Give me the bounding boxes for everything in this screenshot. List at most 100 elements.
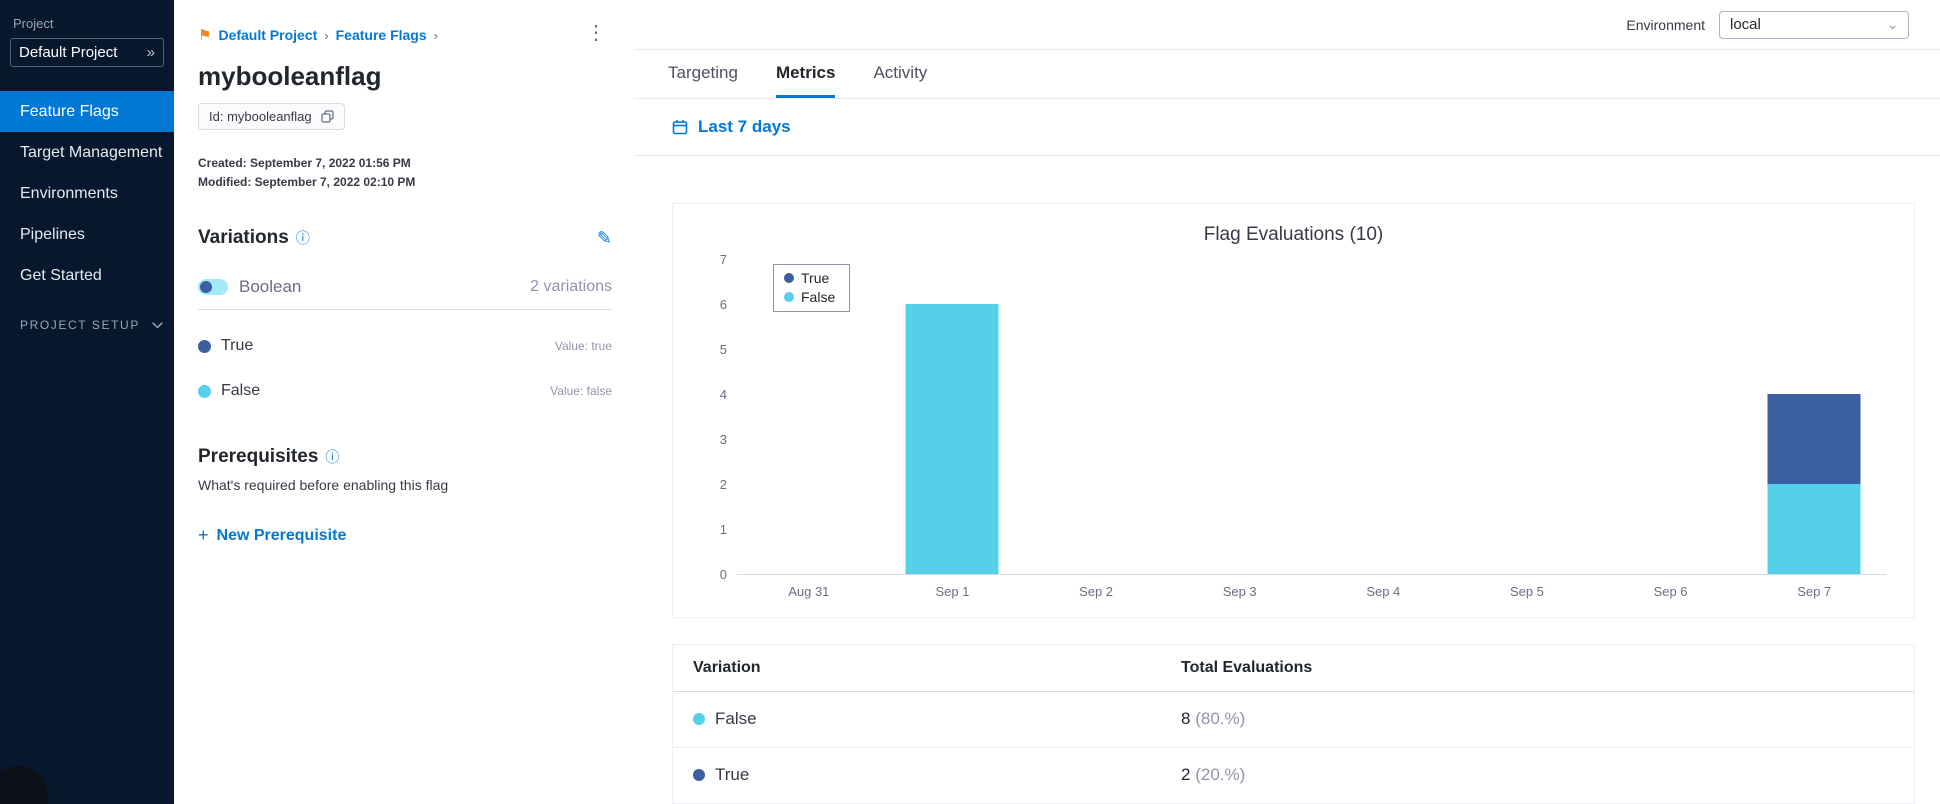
environment-value: local [1730, 16, 1761, 34]
false-variation-dot [198, 384, 211, 398]
x-axis: Aug 31 Sep 1 Sep 2 Sep 3 Sep 4 Sep 5 Sep 6 Sep … [737, 575, 1886, 611]
new-prerequisite-button[interactable]: + New Prerequisite [198, 525, 346, 546]
tab-activity[interactable]: Activity [873, 50, 927, 98]
sidebar-item-target-management[interactable]: Target Management [0, 132, 174, 173]
y-axis-tick-label: 3 [719, 431, 727, 447]
modified-date: Modified: September 7, 2022 02:10 PM [198, 175, 416, 189]
tab-metrics[interactable]: Metrics [775, 50, 836, 98]
bar-false-sep-1[interactable] [905, 303, 999, 574]
variations-heading-text: Variations [198, 227, 289, 248]
flag-title: mybooleanflag [198, 61, 382, 91]
y-axis-tick-label: 4 [719, 386, 727, 402]
chevron-down-icon [152, 321, 163, 329]
sidebar-nav: Feature Flags Target Management Environm… [0, 91, 174, 296]
true-variation-dot [198, 339, 211, 353]
edit-pencil-icon[interactable]: ✎ [597, 228, 612, 249]
date-range-filter[interactable]: Last 7 days [634, 99, 1940, 156]
feature-flag-icon: ⚑ [198, 27, 212, 44]
flag-evaluations-chart: Flag Evaluations (10) 0 1 2 3 4 5 6 7 True False… [672, 202, 1915, 618]
calendar-icon [672, 119, 688, 135]
x-axis-tick-label: Sep 1 [935, 583, 970, 599]
breadcrumb: ⚑ Default Project › Feature Flags › [198, 26, 438, 44]
x-axis-tick-label: Sep 7 [1797, 583, 1832, 599]
tab-bar: Targeting Metrics Activity [634, 50, 1940, 99]
plus-icon: + [198, 525, 209, 545]
y-axis-tick-label: 7 [719, 251, 727, 267]
table-row: False 8 (80.%) [673, 692, 1914, 748]
info-icon[interactable]: ⓘ [325, 447, 339, 467]
flag-meta: Created: September 7, 2022 01:56 PM Modi… [198, 154, 612, 192]
environment-select[interactable]: local ⌄ [1719, 10, 1909, 39]
variation-type-label: Boolean [239, 277, 302, 296]
legend-item-true[interactable]: True [784, 270, 835, 286]
chevron-down-icon: ⌄ [1887, 16, 1898, 32]
variation-row-true: True Value: true [198, 337, 612, 355]
legend-dot [784, 291, 794, 302]
project-name: Default Project [19, 44, 118, 61]
variations-heading: Variations ⓘ [198, 227, 310, 249]
help-beacon[interactable] [0, 766, 48, 804]
prerequisites-heading-text: Prerequisites [198, 446, 319, 467]
variation-name: False [221, 382, 261, 399]
row-variation-name: True [715, 765, 750, 785]
info-icon[interactable]: ⓘ [296, 228, 310, 248]
column-header-variation: Variation [693, 658, 761, 676]
x-axis-tick-label: Sep 4 [1366, 583, 1401, 599]
y-axis-tick-label: 5 [719, 341, 727, 357]
chart-legend: True False [773, 263, 851, 312]
sidebar: Project Default Project » Feature Flags … [0, 0, 174, 804]
variation-name: True [221, 337, 254, 354]
copy-icon[interactable] [320, 110, 334, 123]
flag-id-text: Id: mybooleanflag [209, 109, 312, 124]
app-root: Project Default Project » Feature Flags … [0, 0, 1940, 804]
environment-bar: Environment local ⌄ [634, 0, 1940, 51]
tab-targeting[interactable]: Targeting [668, 50, 738, 98]
x-axis-tick-label: Sep 6 [1653, 583, 1688, 599]
main-content: Environment local ⌄ Targeting Metrics Ac… [634, 0, 1940, 804]
chart-plot-area: True False [737, 260, 1886, 575]
y-axis-tick-label: 6 [719, 296, 727, 312]
bar-false-sep-7[interactable] [1767, 483, 1861, 574]
x-axis-tick-label: Sep 2 [1079, 583, 1114, 599]
flag-detail-panel: ⚑ Default Project › Feature Flags › ⋮ my… [174, 0, 634, 804]
chart-title: Flag Evaluations (10) [1203, 223, 1384, 245]
sidebar-item-environments[interactable]: Environments [0, 173, 174, 214]
new-prerequisite-label: New Prerequisite [216, 526, 347, 544]
sidebar-item-pipelines[interactable]: Pipelines [0, 214, 174, 255]
flag-id-chip[interactable]: Id: mybooleanflag [198, 103, 345, 130]
y-axis: 0 1 2 3 4 5 6 7 [701, 252, 737, 582]
prerequisites-description: What's required before enabling this fla… [198, 477, 449, 493]
more-options-icon[interactable]: ⋮ [580, 23, 612, 43]
row-total: 8 [1181, 709, 1191, 729]
double-chevron-icon: » [146, 44, 155, 61]
table-header-row: Variation Total Evaluations [673, 645, 1914, 692]
project-setup-label: PROJECT SETUP [20, 318, 140, 332]
legend-item-false[interactable]: False [784, 289, 835, 305]
variation-value: Value: false [550, 384, 612, 398]
true-variation-dot [693, 769, 705, 782]
y-axis-tick-label: 0 [719, 566, 727, 582]
row-variation-name: False [715, 709, 757, 729]
sidebar-project-setup-toggle[interactable]: PROJECT SETUP [10, 318, 164, 332]
y-axis-tick-label: 1 [719, 521, 727, 537]
variation-row-false: False Value: false [198, 382, 612, 400]
table-row: True 2 (20.%) [673, 748, 1914, 804]
x-axis-tick-label: Aug 31 [788, 583, 830, 599]
breadcrumb-separator-icon: › [324, 27, 329, 43]
project-selector[interactable]: Default Project » [10, 38, 164, 67]
bar-true-sep-7[interactable] [1767, 393, 1861, 484]
legend-label: False [801, 288, 836, 305]
sidebar-item-feature-flags[interactable]: Feature Flags [0, 91, 174, 132]
row-percent: (80.%) [1195, 709, 1246, 729]
breadcrumb-feature-flags-link[interactable]: Feature Flags [336, 27, 427, 43]
divider [198, 309, 612, 310]
legend-dot [784, 272, 794, 283]
breadcrumb-project-link[interactable]: Default Project [218, 27, 317, 43]
variation-type-row: Boolean 2 variations [198, 277, 612, 297]
metrics-table: Variation Total Evaluations False 8 (80.… [672, 643, 1915, 804]
created-date: Created: September 7, 2022 01:56 PM [198, 156, 411, 170]
sidebar-item-get-started[interactable]: Get Started [0, 255, 174, 296]
date-range-label: Last 7 days [698, 116, 791, 136]
column-header-total-evaluations: Total Evaluations [1181, 658, 1313, 676]
x-axis-tick-label: Sep 3 [1222, 583, 1257, 599]
